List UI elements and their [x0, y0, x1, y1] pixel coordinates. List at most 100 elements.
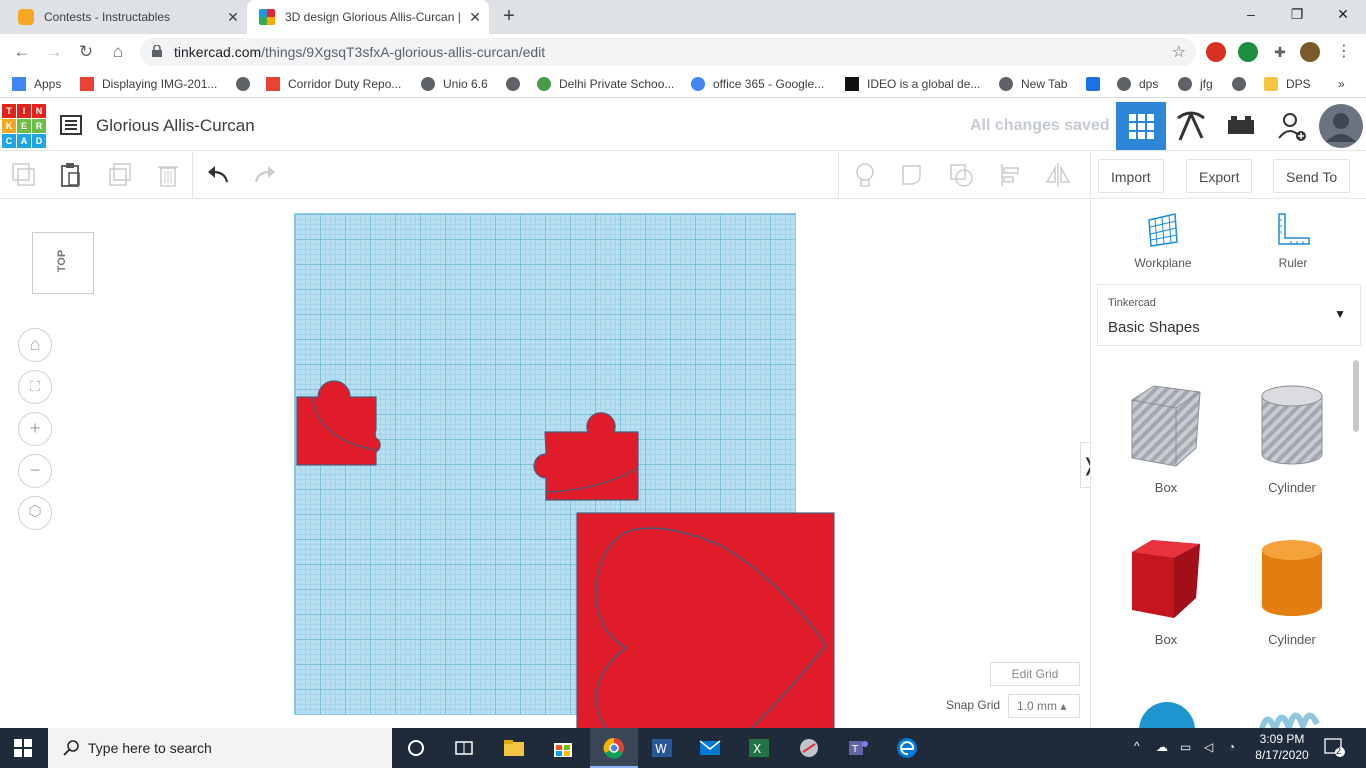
task-view-icon[interactable] — [452, 736, 476, 760]
tab-contests[interactable]: Contests - Instructables ✕ — [0, 0, 247, 34]
bookmark-apps[interactable]: Apps — [12, 76, 61, 92]
zoom-out-icon[interactable]: − — [18, 454, 52, 488]
notifications-button[interactable]: 2 — [1324, 738, 1346, 758]
bookmark-label: Delhi Private Schoo... — [559, 77, 675, 91]
blocks-button[interactable] — [1166, 102, 1216, 150]
workplane-tool[interactable]: Workplane — [1123, 212, 1203, 270]
excel-icon[interactable]: X — [747, 736, 771, 760]
undo-icon[interactable] — [203, 160, 233, 190]
redo-icon[interactable] — [250, 160, 280, 190]
close-window-button[interactable]: ✕ — [1320, 0, 1366, 30]
view-cube[interactable]: TOP — [32, 232, 94, 294]
store-icon[interactable] — [551, 736, 575, 760]
bookmark-dps[interactable]: dps — [1117, 76, 1158, 92]
bookmark-gmail[interactable]: Displaying IMG-201... — [80, 76, 217, 92]
bookmark-jfg[interactable]: jfg — [1178, 76, 1213, 92]
lightbulb-icon[interactable] — [850, 160, 880, 190]
menu-dots-icon[interactable]: ⋮ — [1334, 42, 1354, 62]
show-hidden-icons[interactable]: ^ — [1134, 739, 1140, 753]
paste-icon[interactable] — [56, 160, 86, 190]
extension-icon[interactable] — [1206, 42, 1226, 62]
address-bar[interactable]: tinkercad.com/things/9XgsqT3sfxA-gloriou… — [140, 38, 1196, 66]
duplicate-icon[interactable] — [105, 160, 135, 190]
import-button[interactable]: Import — [1098, 159, 1164, 193]
shape-cylinder-solid[interactable]: Cylinder — [1237, 536, 1347, 647]
home-icon[interactable]: ⌂ — [106, 40, 130, 64]
bookmark-ideo[interactable]: IDEO is a global de... — [845, 76, 980, 92]
profile-avatar[interactable] — [1300, 42, 1320, 62]
perspective-cube-icon[interactable]: ⬡ — [18, 496, 52, 530]
zoom-in-icon[interactable]: + — [18, 412, 52, 446]
bookmark-star-icon[interactable]: ☆ — [1172, 42, 1186, 62]
bricks-button[interactable] — [1216, 102, 1266, 150]
word-icon[interactable]: W — [650, 736, 674, 760]
shape-cylinder-hole[interactable]: Cylinder — [1237, 382, 1347, 495]
bookmark-office365[interactable]: office 365 - Google... — [691, 76, 824, 92]
puzzle-piece-left[interactable] — [296, 380, 381, 466]
mirror-icon[interactable] — [1043, 160, 1073, 190]
volume-icon[interactable]: ◁ — [1204, 740, 1213, 754]
battery-icon[interactable]: ▭ — [1180, 740, 1191, 754]
design-list-icon[interactable] — [60, 115, 82, 135]
reload-icon[interactable]: ↻ — [74, 40, 98, 64]
invite-user-button[interactable] — [1270, 102, 1320, 150]
panel-scrollbar[interactable] — [1353, 360, 1359, 432]
wifi-icon[interactable]: ◔ — [1228, 740, 1235, 754]
shape-box-hole[interactable]: Box — [1111, 382, 1221, 495]
ruler-tool[interactable]: Ruler — [1253, 212, 1333, 270]
group-icon[interactable] — [898, 160, 928, 190]
mail-icon[interactable] — [698, 736, 722, 760]
chrome-taskbar-button[interactable] — [590, 728, 638, 768]
maximize-button[interactable]: ❐ — [1274, 0, 1320, 30]
file-explorer-icon[interactable] — [502, 736, 526, 760]
align-icon[interactable] — [996, 160, 1026, 190]
bookmark-newtab[interactable]: New Tab — [999, 76, 1067, 92]
system-clock[interactable]: 3:09 PM 8/17/2020 — [1252, 731, 1312, 763]
tab-tinkercad[interactable]: 3D design Glorious Allis-Curcan | ✕ — [247, 0, 489, 34]
export-button[interactable]: Export — [1186, 159, 1253, 193]
taskbar-search-box[interactable]: Type here to search — [48, 728, 392, 768]
edit-grid-button[interactable]: Edit Grid — [990, 662, 1080, 686]
copy-icon[interactable] — [9, 160, 39, 190]
fit-view-icon[interactable]: ⛶ — [18, 370, 52, 404]
forward-arrow-icon[interactable]: → — [42, 40, 66, 64]
sphere-shape-icon[interactable] — [1135, 698, 1199, 728]
tinkercad-logo[interactable]: T I N K E R C A D — [2, 104, 46, 148]
workspace-viewport[interactable]: TOP ⌂ ⛶ + − ⬡ Edit Grid Snap Grid 1.0 mm… — [0, 200, 1090, 728]
more-bookmarks-button[interactable]: » — [1338, 76, 1345, 92]
snap-grid-select[interactable]: 1.0 mm ▴ — [1008, 694, 1080, 718]
windows-start-icon[interactable] — [14, 739, 32, 757]
bookmark-web[interactable] — [506, 76, 528, 92]
new-tab-button[interactable]: + — [498, 6, 520, 28]
home-view-icon[interactable]: ⌂ — [18, 328, 52, 362]
back-arrow-icon[interactable]: ← — [10, 40, 34, 64]
minimize-button[interactable]: – — [1228, 0, 1274, 30]
ruler-label: Ruler — [1278, 256, 1308, 270]
onedrive-cloud-icon[interactable]: ☁ — [1156, 740, 1168, 754]
shape-box-solid[interactable]: Box — [1111, 536, 1221, 647]
bookmark-web[interactable] — [236, 76, 258, 92]
shape-library-select[interactable]: Tinkercad Basic Shapes ▼ — [1097, 284, 1361, 346]
bookmark-web[interactable] — [1232, 76, 1254, 92]
edge-icon[interactable] — [895, 736, 919, 760]
design-title[interactable]: Glorious Allis-Curcan — [96, 116, 255, 136]
puzzle-extensions-icon[interactable]: ✚ — [1270, 42, 1290, 62]
cortana-icon[interactable] — [404, 736, 428, 760]
close-tab-icon[interactable]: ✕ — [225, 9, 241, 25]
extension-icon[interactable] — [1238, 42, 1258, 62]
bookmark-unio[interactable]: Unio 6.6 — [421, 76, 488, 92]
bookmark-delhi-school[interactable]: Delhi Private Schoo... — [537, 76, 674, 92]
3d-view-button[interactable] — [1116, 102, 1166, 150]
close-tab-icon[interactable]: ✕ — [467, 9, 483, 25]
ungroup-icon[interactable] — [946, 160, 976, 190]
send-to-button[interactable]: Send To — [1273, 159, 1351, 193]
scribble-shape-icon[interactable] — [1257, 704, 1321, 728]
heart-block[interactable] — [576, 512, 835, 728]
teams-icon[interactable]: T — [846, 736, 870, 760]
bookmark-folder-dps[interactable]: DPS — [1264, 76, 1311, 92]
trash-icon[interactable] — [153, 160, 183, 190]
user-avatar[interactable] — [1318, 102, 1364, 150]
bookmark-arrow[interactable] — [1086, 76, 1108, 92]
snipping-tool-icon[interactable] — [797, 736, 821, 760]
bookmark-corridor[interactable]: Corridor Duty Repo... — [266, 76, 401, 92]
